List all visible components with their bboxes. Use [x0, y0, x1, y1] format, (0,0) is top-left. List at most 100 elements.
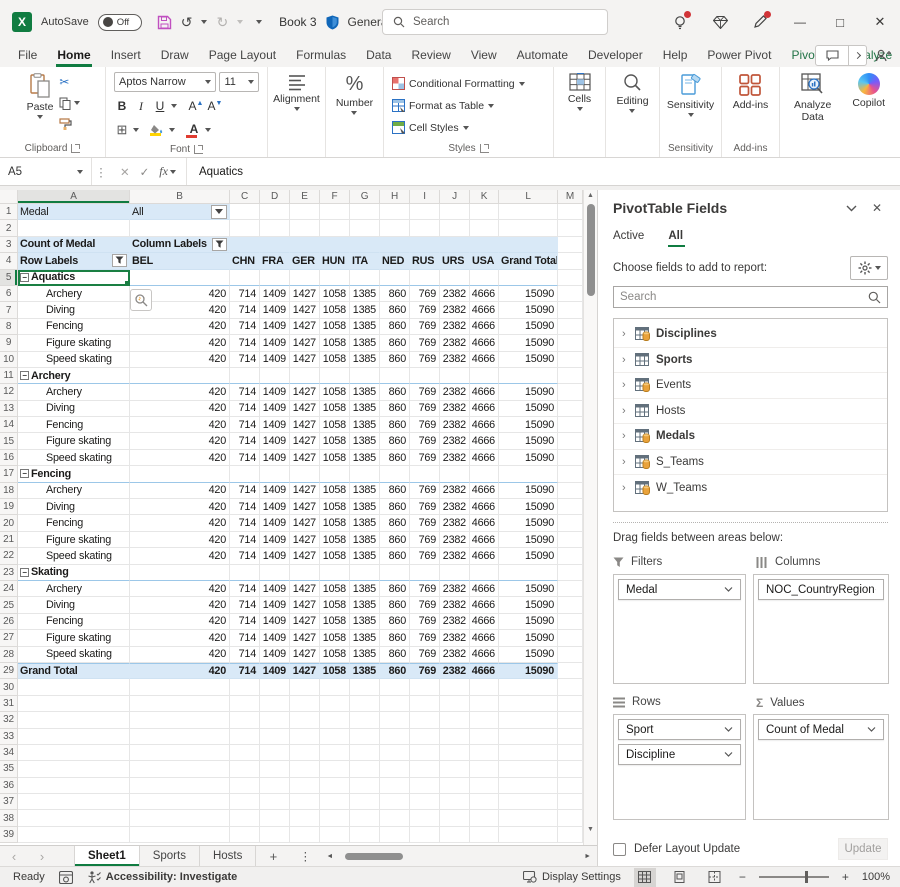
cell-C3[interactable] [230, 237, 260, 253]
cell-J5[interactable] [440, 270, 470, 286]
cell-L27[interactable]: 15090 [499, 630, 558, 646]
cell-J17[interactable] [440, 466, 470, 482]
cell-E32[interactable] [290, 712, 320, 728]
scroll-left-icon[interactable]: ◄ [326, 853, 333, 860]
row-header-33[interactable]: 33 [0, 729, 18, 745]
cell-B16[interactable]: 420 [130, 450, 230, 466]
cell-E38[interactable] [290, 810, 320, 826]
font-dialog-launcher-icon[interactable] [194, 145, 203, 154]
cell-M39[interactable] [558, 827, 583, 843]
cell-D14[interactable]: 1409 [260, 417, 290, 433]
cell-I22[interactable]: 769 [410, 548, 440, 564]
cell-G30[interactable] [350, 679, 380, 695]
cell-C14[interactable]: 714 [230, 417, 260, 433]
accessibility-status[interactable]: Accessibility: Investigate [106, 871, 237, 883]
cell-C7[interactable]: 714 [230, 302, 260, 318]
cell-D29[interactable]: 1409 [260, 663, 290, 679]
cell-L10[interactable]: 15090 [499, 352, 558, 368]
tab-active-fields[interactable]: Active [613, 230, 644, 247]
cell-H15[interactable]: 860 [380, 433, 410, 449]
field-pill-sport[interactable]: Sport [618, 719, 741, 740]
cell-K33[interactable] [470, 729, 499, 745]
cell-D5[interactable] [260, 270, 290, 286]
formula-bar-dots-icon[interactable]: ⋮ [92, 165, 110, 179]
cell-E21[interactable]: 1427 [290, 532, 320, 548]
cell-F34[interactable] [320, 745, 350, 761]
cell-E18[interactable]: 1427 [290, 483, 320, 499]
cell-M1[interactable] [558, 204, 583, 220]
cell-M26[interactable] [558, 614, 583, 630]
cell-I6[interactable]: 769 [410, 286, 440, 302]
cell-K13[interactable]: 4666 [470, 401, 499, 417]
cell-F17[interactable] [320, 466, 350, 482]
cell-B35[interactable] [130, 761, 230, 777]
cell-K17[interactable] [470, 466, 499, 482]
editing-button[interactable]: Editing [612, 71, 652, 140]
cell-E22[interactable]: 1427 [290, 548, 320, 564]
cell-F18[interactable]: 1058 [320, 483, 350, 499]
ribbon-tab-file[interactable]: File [8, 44, 47, 67]
cell-H34[interactable] [380, 745, 410, 761]
cell-G14[interactable]: 1385 [350, 417, 380, 433]
cell-D7[interactable]: 1409 [260, 302, 290, 318]
cell-D17[interactable] [260, 466, 290, 482]
cell-styles-button[interactable]: Cell Styles [392, 118, 469, 138]
cell-I3[interactable] [410, 237, 440, 253]
styles-dialog-launcher-icon[interactable] [480, 144, 489, 153]
rows-area-box[interactable]: SportDiscipline [613, 714, 746, 820]
cell-A18[interactable]: Archery [18, 483, 130, 499]
cell-L32[interactable] [499, 712, 558, 728]
cell-L1[interactable] [499, 204, 558, 220]
cell-C9[interactable]: 714 [230, 335, 260, 351]
ribbon-tab-developer[interactable]: Developer [578, 44, 653, 67]
cell-C34[interactable] [230, 745, 260, 761]
cell-H39[interactable] [380, 827, 410, 843]
cell-I14[interactable]: 769 [410, 417, 440, 433]
cell-G5[interactable] [350, 270, 380, 286]
cell-J6[interactable]: 2382 [440, 286, 470, 302]
cell-J13[interactable]: 2382 [440, 401, 470, 417]
cell-F7[interactable]: 1058 [320, 302, 350, 318]
paste-button[interactable]: Paste [23, 71, 58, 140]
cell-K6[interactable]: 4666 [470, 286, 499, 302]
cell-A39[interactable] [18, 827, 130, 843]
cell-K27[interactable]: 4666 [470, 630, 499, 646]
cell-F24[interactable]: 1058 [320, 581, 350, 597]
cell-L24[interactable]: 15090 [499, 581, 558, 597]
font-name-combo[interactable]: Aptos Narrow [114, 72, 216, 92]
cell-F37[interactable] [320, 794, 350, 810]
cell-J2[interactable] [440, 220, 470, 236]
horizontal-scroll-thumb[interactable] [345, 853, 403, 860]
cell-F26[interactable]: 1058 [320, 614, 350, 630]
cell-J37[interactable] [440, 794, 470, 810]
cell-C10[interactable]: 714 [230, 352, 260, 368]
cell-I36[interactable] [410, 778, 440, 794]
row-header-28[interactable]: 28 [0, 647, 18, 663]
cell-A21[interactable]: Figure skating [18, 532, 130, 548]
cell-B9[interactable]: 420 [130, 335, 230, 351]
cell-K12[interactable]: 4666 [470, 384, 499, 400]
cell-F4[interactable]: HUN [320, 253, 350, 269]
cell-E6[interactable]: 1427 [290, 286, 320, 302]
fill-color-button[interactable] [150, 125, 166, 136]
cell-M30[interactable] [558, 679, 583, 695]
collapse-minus-icon[interactable]: − [20, 273, 29, 282]
row-header-5[interactable]: 5 [0, 270, 18, 286]
page-break-view-button[interactable] [704, 868, 726, 887]
zoom-out-button[interactable]: − [739, 870, 746, 884]
row-header-18[interactable]: 18 [0, 483, 18, 499]
cell-G24[interactable]: 1385 [350, 581, 380, 597]
cell-M22[interactable] [558, 548, 583, 564]
cell-B28[interactable]: 420 [130, 647, 230, 663]
cell-L25[interactable]: 15090 [499, 597, 558, 613]
cell-H38[interactable] [380, 810, 410, 826]
cell-L39[interactable] [499, 827, 558, 843]
expand-chevron-icon[interactable]: › [622, 430, 629, 442]
cell-B4[interactable]: BEL [130, 253, 230, 269]
font-color-button[interactable]: A [186, 122, 202, 138]
cell-I23[interactable] [410, 565, 440, 581]
cell-B23[interactable] [130, 565, 230, 581]
scroll-up-icon[interactable]: ▲ [584, 192, 597, 199]
cell-D32[interactable] [260, 712, 290, 728]
cell-C32[interactable] [230, 712, 260, 728]
